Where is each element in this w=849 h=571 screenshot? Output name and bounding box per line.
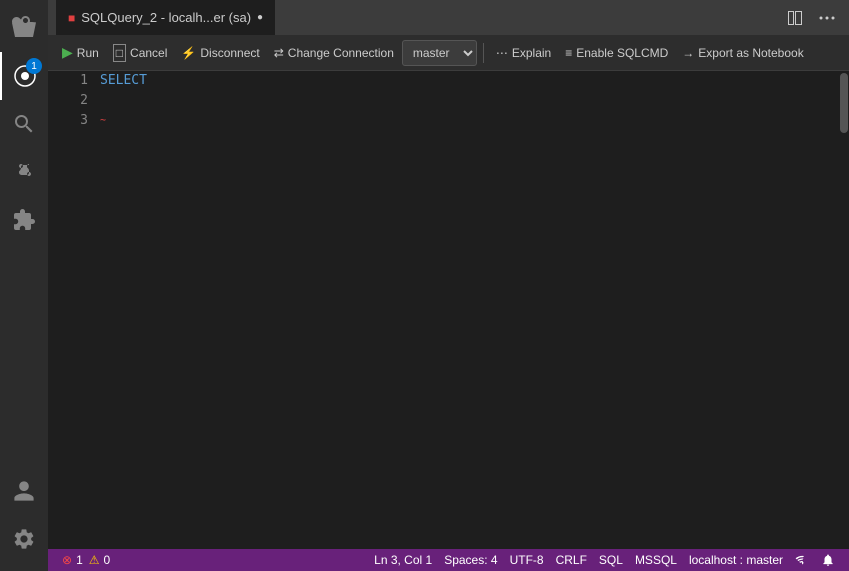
cancel-button[interactable]: □ Cancel — [107, 41, 174, 65]
toolbar: ▶ Run □ Cancel ⚡ Disconnect ⇄ Change Con… — [48, 35, 849, 71]
disconnect-icon: ⚡ — [181, 46, 196, 60]
status-right: Ln 3, Col 1 Spaces: 4 UTF-8 CRLF SQL MSS… — [368, 549, 841, 571]
connection-text: localhost : master — [689, 553, 783, 567]
dialect-text: MSSQL — [635, 553, 677, 567]
activity-icon-settings[interactable] — [0, 515, 48, 563]
status-broadcast[interactable] — [789, 549, 815, 571]
cancel-label: Cancel — [130, 46, 167, 60]
activity-icon-search[interactable] — [0, 100, 48, 148]
title-bar-actions — [781, 4, 841, 32]
run-icon: ▶ — [62, 44, 73, 61]
error-icon: ⊗ — [62, 553, 72, 567]
keyword-select: SELECT — [100, 71, 147, 91]
line-number-3: 3 — [56, 111, 88, 131]
editor-tab[interactable]: ■ SQLQuery_2 - localh...er (sa) ● — [56, 0, 275, 35]
toolbar-separator — [483, 43, 484, 63]
explain-icon: ⋯ — [496, 46, 508, 60]
cancel-icon: □ — [113, 44, 126, 62]
disconnect-button[interactable]: ⚡ Disconnect — [175, 43, 265, 63]
status-language[interactable]: SQL — [593, 549, 629, 571]
scrollbar-thumb[interactable] — [840, 73, 848, 133]
activity-icon-source-control[interactable] — [0, 148, 48, 196]
tab-modified-dot: ● — [257, 12, 263, 23]
line-numbers: 1 2 3 — [48, 71, 96, 549]
code-line-3: ~ — [100, 111, 839, 131]
change-connection-button[interactable]: ⇄ Change Connection — [268, 43, 400, 63]
status-spaces[interactable]: Spaces: 4 — [438, 549, 503, 571]
sql-file-icon: ■ — [68, 11, 75, 25]
vertical-scrollbar[interactable] — [839, 71, 849, 549]
export-icon: → — [682, 46, 694, 60]
editor-area[interactable]: 1 2 3 SELECT ~ — [48, 71, 849, 549]
editor-content[interactable]: SELECT ~ — [96, 71, 839, 549]
status-encoding[interactable]: UTF-8 — [504, 549, 550, 571]
notification-icon — [821, 553, 835, 567]
status-errors[interactable]: ⊗ 1 ⚠ 0 — [56, 549, 116, 571]
line-number-2: 2 — [56, 91, 88, 111]
enable-sqlcmd-icon: ≡ — [565, 46, 572, 60]
spaces-text: Spaces: 4 — [444, 553, 497, 567]
warning-count: 0 — [104, 553, 111, 567]
status-notification[interactable] — [815, 549, 841, 571]
activity-icon-explorer[interactable] — [0, 4, 48, 52]
line-ending-text: CRLF — [556, 553, 587, 567]
disconnect-label: Disconnect — [200, 46, 259, 60]
code-line-2 — [100, 91, 839, 111]
warning-icon: ⚠ — [89, 553, 100, 567]
title-bar: ■ SQLQuery_2 - localh...er (sa) ● — [48, 0, 849, 35]
run-label: Run — [77, 46, 99, 60]
explain-label: Explain — [512, 46, 551, 60]
status-line-ending[interactable]: CRLF — [550, 549, 593, 571]
activity-bar: 1 — [0, 0, 48, 571]
tab-title: SQLQuery_2 - localh...er (sa) — [81, 10, 251, 25]
main-area: ■ SQLQuery_2 - localh...er (sa) ● ▶ Run … — [48, 0, 849, 571]
status-left: ⊗ 1 ⚠ 0 — [56, 549, 116, 571]
enable-sqlcmd-button[interactable]: ≡ Enable SQLCMD — [559, 43, 674, 63]
activity-icon-connections[interactable]: 1 — [0, 52, 48, 100]
explain-button[interactable]: ⋯ Explain — [490, 43, 557, 63]
broadcast-icon — [795, 553, 809, 567]
connections-badge: 1 — [26, 58, 42, 74]
more-actions-button[interactable] — [813, 4, 841, 32]
database-select[interactable]: master tempdb model msdb — [402, 40, 477, 66]
split-editor-button[interactable] — [781, 4, 809, 32]
status-bar: ⊗ 1 ⚠ 0 Ln 3, Col 1 Spaces: 4 UTF-8 CRLF… — [48, 549, 849, 571]
code-line-1: SELECT — [100, 71, 839, 91]
line-number-1: 1 — [56, 71, 88, 91]
activity-icon-extensions[interactable] — [0, 196, 48, 244]
activity-icon-account[interactable] — [0, 467, 48, 515]
encoding-text: UTF-8 — [510, 553, 544, 567]
change-connection-label: Change Connection — [288, 46, 394, 60]
error-marker: ~ — [100, 111, 106, 131]
status-dialect[interactable]: MSSQL — [629, 549, 683, 571]
status-connection[interactable]: localhost : master — [683, 549, 789, 571]
error-count: 1 — [76, 553, 83, 567]
enable-sqlcmd-label: Enable SQLCMD — [576, 46, 668, 60]
change-connection-icon: ⇄ — [274, 46, 284, 60]
export-notebook-button[interactable]: → Export as Notebook — [676, 43, 809, 63]
export-label: Export as Notebook — [698, 46, 803, 60]
language-text: SQL — [599, 553, 623, 567]
status-position[interactable]: Ln 3, Col 1 — [368, 549, 438, 571]
run-button[interactable]: ▶ Run — [56, 41, 105, 64]
position-text: Ln 3, Col 1 — [374, 553, 432, 567]
